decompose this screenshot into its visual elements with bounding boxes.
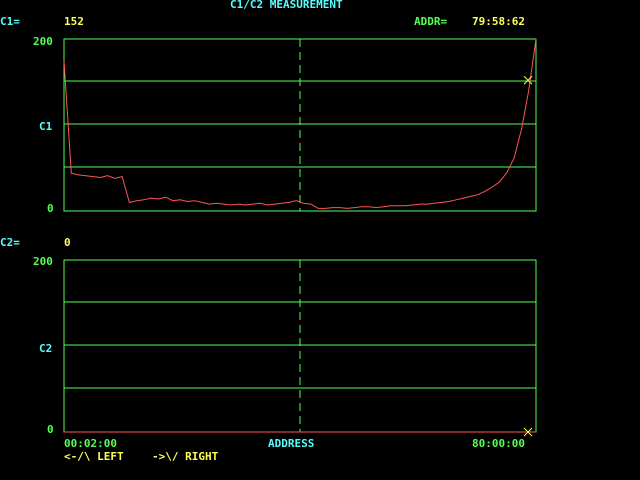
c2-plot[interactable] xyxy=(63,259,537,437)
plot-canvas xyxy=(63,38,537,437)
c1-cursor-marker xyxy=(523,75,533,85)
c1-plot[interactable] xyxy=(63,38,537,212)
